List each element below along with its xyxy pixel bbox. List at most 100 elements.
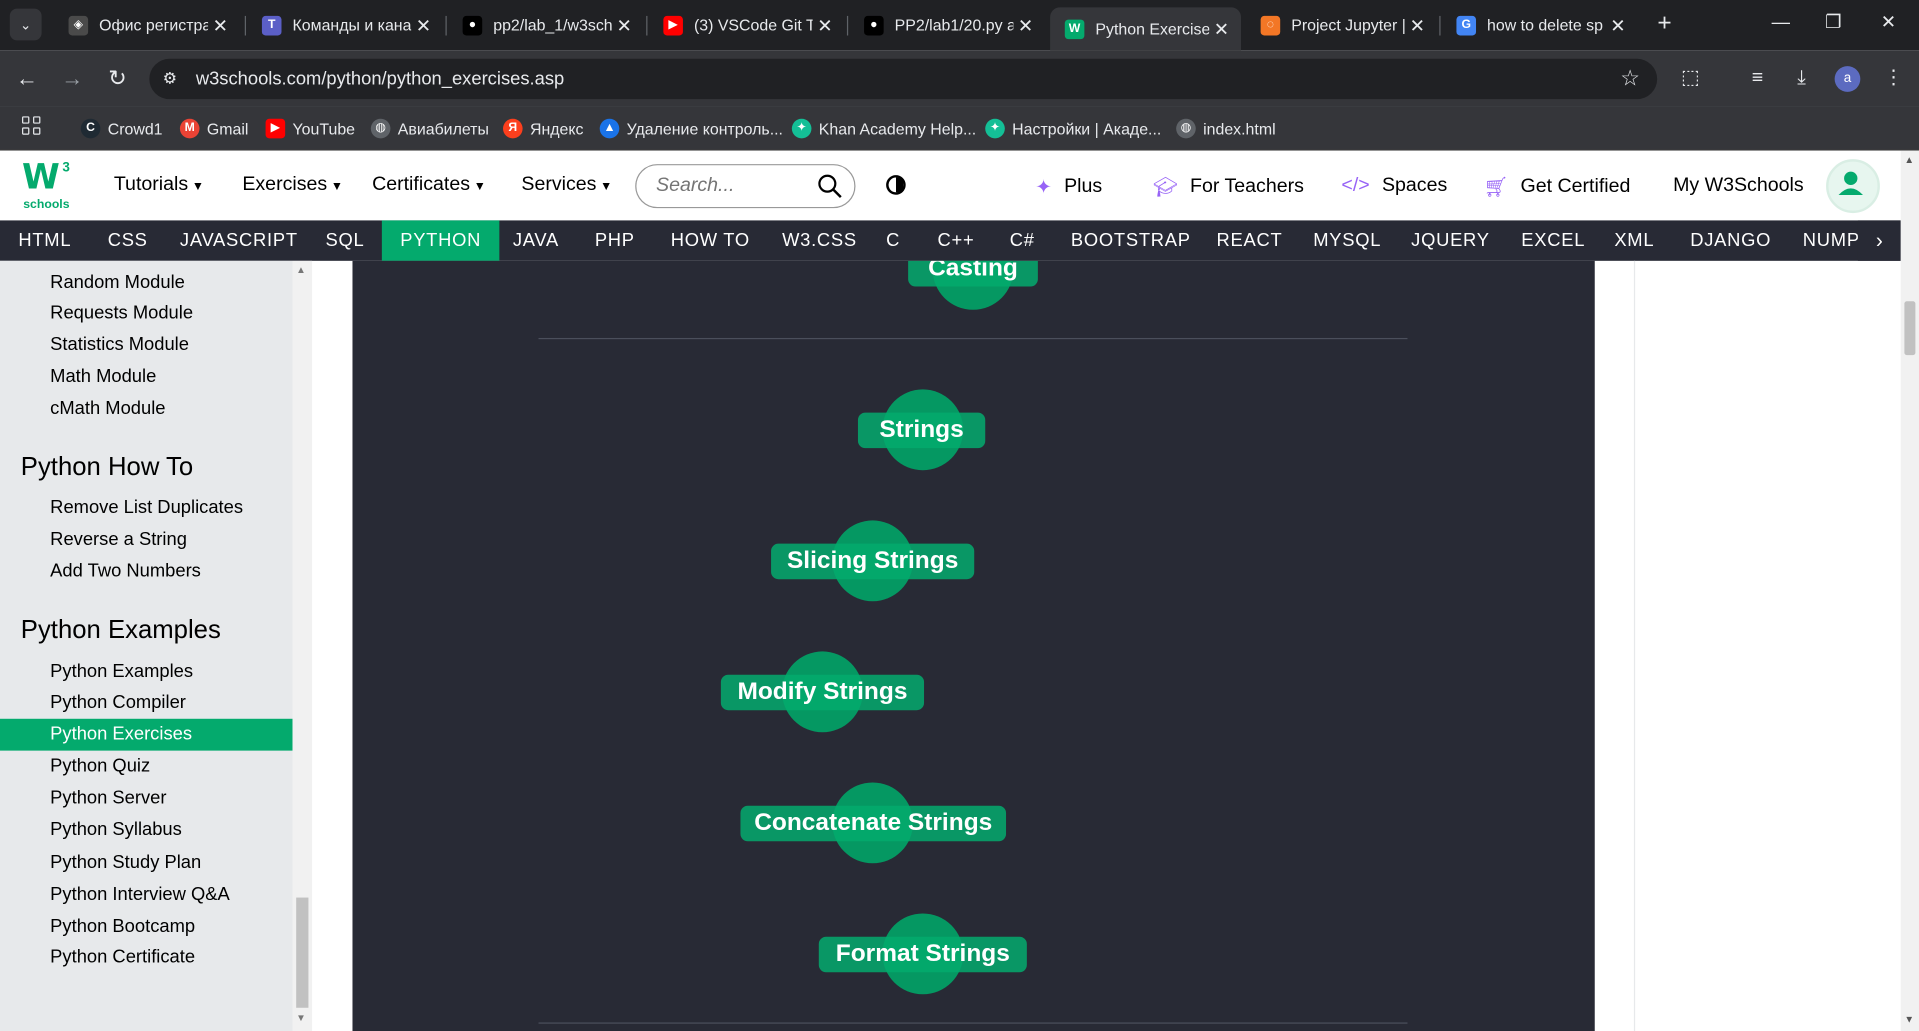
lang-excel[interactable]: EXCEL xyxy=(1521,220,1585,260)
user-avatar-icon[interactable] xyxy=(1826,159,1880,214)
nav-plus[interactable]: ✦ Plus xyxy=(1035,175,1102,199)
close-tab-icon[interactable]: ✕ xyxy=(1606,14,1630,36)
bookmark-item[interactable]: ✦ Настройки | Акаде... xyxy=(985,118,1161,140)
menu-dots-icon[interactable]: ⋮ xyxy=(1880,65,1907,92)
lang-css[interactable]: CSS xyxy=(108,220,148,260)
page-scroll-thumb[interactable] xyxy=(1904,301,1916,356)
close-window-icon[interactable]: ✕ xyxy=(1870,10,1907,37)
lang-django[interactable]: DJANGO xyxy=(1690,220,1771,260)
sidebar-item[interactable]: Python Syllabus xyxy=(0,814,293,846)
browser-tab[interactable]: ● pp2/lab_1/w3sch ✕ xyxy=(448,7,644,43)
sidebar-scrollbar[interactable]: ▲ ▼ xyxy=(292,260,313,1031)
bookmark-item[interactable]: ◍ Авиабилеты xyxy=(370,118,489,140)
sidebar-item[interactable]: Random Module xyxy=(0,267,293,299)
lang-mysql[interactable]: MYSQL xyxy=(1313,220,1381,260)
apps-grid-icon[interactable] xyxy=(22,116,42,136)
close-tab-icon[interactable]: ✕ xyxy=(612,14,636,36)
browser-tab[interactable]: ◌ Project Jupyter | ✕ xyxy=(1246,7,1437,43)
sidebar-item[interactable]: Python Certificate xyxy=(0,942,293,974)
dark-mode-toggle-icon[interactable] xyxy=(886,175,906,195)
nav-services[interactable]: Services ▼ xyxy=(521,174,612,196)
media-control-icon[interactable]: ≡ xyxy=(1744,65,1771,92)
sidebar-item[interactable]: Python Study Plan xyxy=(0,847,293,879)
bookmark-item[interactable]: M Gmail xyxy=(179,118,248,140)
tab-search-chevron-icon[interactable]: ⌄ xyxy=(9,8,42,41)
sidebar-scroll-thumb[interactable] xyxy=(296,897,309,1008)
sidebar-item[interactable]: Python Bootcamp xyxy=(0,911,293,943)
reload-icon[interactable]: ↻ xyxy=(103,64,132,93)
nav-spaces[interactable]: </> Spaces xyxy=(1341,175,1447,197)
sidebar-item[interactable]: Python Server xyxy=(0,782,293,814)
search-input[interactable] xyxy=(656,173,816,199)
sidebar-item[interactable]: Statistics Module xyxy=(0,329,293,361)
lang-python-active[interactable]: PYTHON xyxy=(381,220,500,261)
node-modify-strings[interactable]: Modify Strings xyxy=(721,675,924,711)
w3schools-logo[interactable]: W 3 schools xyxy=(22,157,73,213)
node-slicing-strings[interactable]: Slicing Strings xyxy=(771,544,974,580)
download-icon[interactable]: ⤓ xyxy=(1788,65,1815,92)
nav-my-w3schools[interactable]: My W3Schools xyxy=(1673,175,1804,197)
new-tab-icon[interactable]: + xyxy=(1651,10,1678,37)
close-tab-icon[interactable]: ✕ xyxy=(208,14,232,36)
back-icon[interactable]: ← xyxy=(12,64,41,93)
chevron-right-icon[interactable]: › xyxy=(1857,220,1901,261)
sidebar-item[interactable]: Requests Module xyxy=(0,298,293,330)
close-tab-icon[interactable]: ✕ xyxy=(813,14,837,36)
sidebar-item[interactable]: Reverse a String xyxy=(0,524,293,556)
close-tab-icon[interactable]: ✕ xyxy=(411,14,435,36)
browser-tab[interactable]: ● PP2/lab1/20.py a ✕ xyxy=(849,7,1045,43)
close-tab-icon[interactable]: ✕ xyxy=(1209,18,1233,40)
lang-how-to[interactable]: HOW TO xyxy=(671,220,750,260)
search-icon[interactable] xyxy=(816,173,843,200)
browser-tab-active[interactable]: W Python Exercises ✕ xyxy=(1050,7,1242,51)
sidebar-item[interactable]: Remove List Duplicates xyxy=(0,492,293,524)
extensions-icon[interactable]: ⬚ xyxy=(1677,65,1704,92)
site-info-icon[interactable]: ⚙ xyxy=(163,69,183,89)
node-format-strings[interactable]: Format Strings xyxy=(819,937,1027,973)
nav-for-teachers[interactable]: 🎓︎ For Teachers xyxy=(1153,175,1304,199)
sidebar-item[interactable]: Add Two Numbers xyxy=(0,556,293,588)
profile-avatar[interactable]: a xyxy=(1834,66,1861,92)
nav-certificates[interactable]: Certificates ▼ xyxy=(372,174,486,196)
bookmark-item[interactable]: C Crowd1 xyxy=(80,118,163,140)
lang-xml[interactable]: XML xyxy=(1614,220,1654,260)
search-box[interactable] xyxy=(635,164,856,209)
lang-react[interactable]: REACT xyxy=(1217,220,1283,260)
lang-javascript[interactable]: JAVASCRIPT xyxy=(180,220,298,260)
sidebar-item[interactable]: Python Quiz xyxy=(0,751,293,783)
bookmark-item[interactable]: ▲ Удаление контроль... xyxy=(599,118,783,140)
lang-bootstrap[interactable]: BOOTSTRAP xyxy=(1071,220,1191,260)
browser-tab[interactable]: ▶ (3) VSCode Git T ✕ xyxy=(649,7,845,43)
bookmark-item[interactable]: ▶ YouTube xyxy=(265,118,355,140)
browser-tab[interactable]: T Команды и кана ✕ xyxy=(247,7,443,43)
lang-cpp[interactable]: C++ xyxy=(938,220,975,260)
lang-jquery[interactable]: JQUERY xyxy=(1411,220,1490,260)
bookmark-item[interactable]: ✦ Khan Academy Help... xyxy=(791,118,976,140)
browser-tab[interactable]: ◈ Офис регистрат ✕ xyxy=(54,7,240,43)
browser-tab[interactable]: G how to delete sp ✕ xyxy=(1442,7,1638,43)
lang-html[interactable]: HTML xyxy=(18,220,71,260)
lang-php[interactable]: PHP xyxy=(595,220,635,260)
page-scrollbar[interactable]: ▲ ▼ xyxy=(1900,150,1919,1031)
restore-icon[interactable]: ❐ xyxy=(1815,10,1852,37)
sidebar-item-active[interactable]: Python Exercises xyxy=(0,718,293,751)
nav-exercises[interactable]: Exercises ▼ xyxy=(242,174,343,196)
bookmark-star-icon[interactable]: ☆ xyxy=(1620,66,1640,92)
forward-icon[interactable]: → xyxy=(58,64,87,93)
close-tab-icon[interactable]: ✕ xyxy=(1013,14,1037,36)
address-bar[interactable]: ⚙ w3schools.com/python/python_exercises.… xyxy=(149,58,1658,100)
minimize-icon[interactable]: — xyxy=(1762,10,1799,37)
lang-csharp[interactable]: C# xyxy=(1010,220,1035,260)
node-concatenate-strings[interactable]: Concatenate Strings xyxy=(740,806,1006,842)
sidebar-item[interactable]: Python Interview Q&A xyxy=(0,879,293,911)
node-casting[interactable]: Casting xyxy=(908,261,1038,287)
bookmark-item[interactable]: Я Яндекс xyxy=(503,118,583,140)
lang-w3css[interactable]: W3.CSS xyxy=(782,220,857,260)
node-strings[interactable]: Strings xyxy=(858,413,985,449)
sidebar-item[interactable]: Math Module xyxy=(0,361,293,393)
nav-get-certified[interactable]: 🛒︎ Get Certified xyxy=(1483,175,1630,199)
sidebar-item[interactable]: Python Examples xyxy=(0,656,293,688)
sidebar-item[interactable]: Python Compiler xyxy=(0,687,293,719)
lang-java[interactable]: JAVA xyxy=(513,220,559,260)
lang-c[interactable]: C xyxy=(886,220,900,260)
